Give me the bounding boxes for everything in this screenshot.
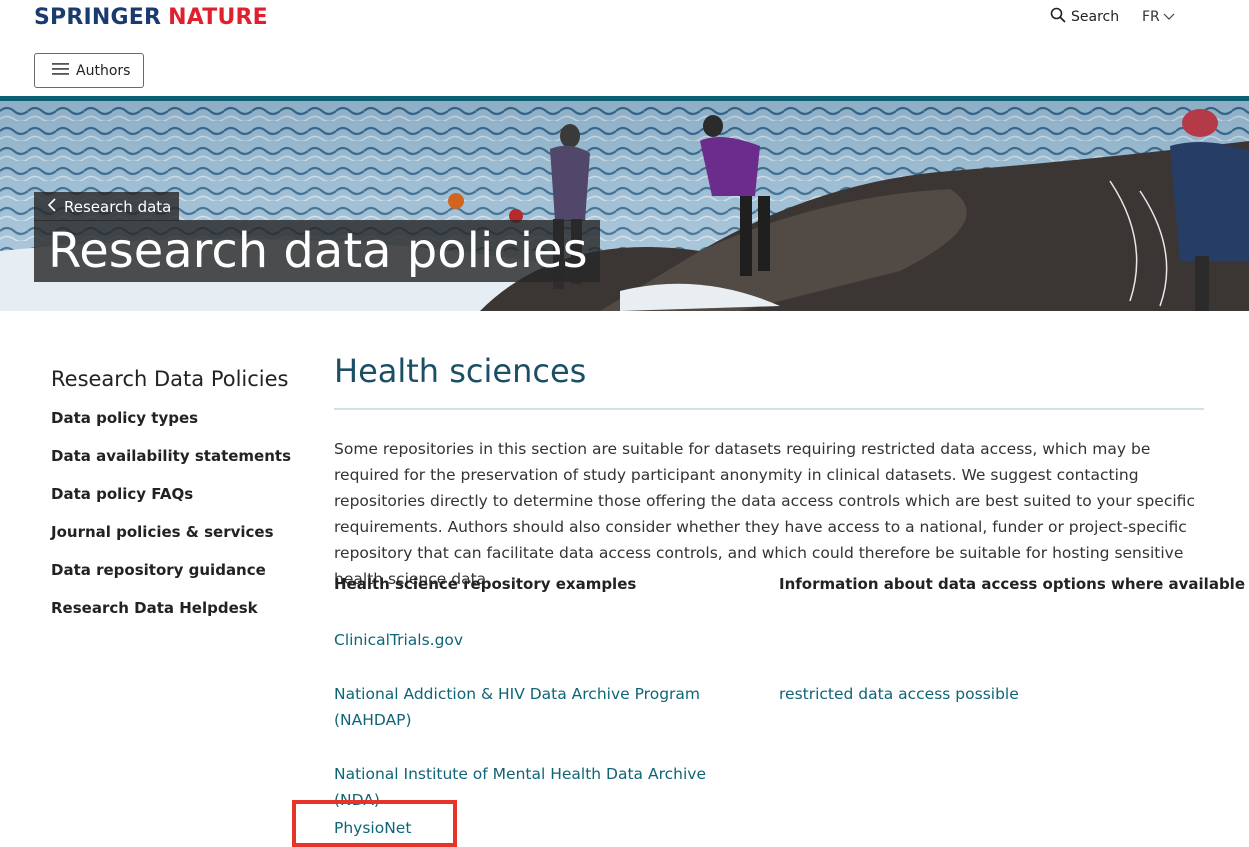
search-link[interactable]: Search (1050, 6, 1119, 28)
sidebar-item-data-policy-faqs[interactable]: Data policy FAQs (51, 485, 291, 523)
sidebar-item-data-repository-guidance[interactable]: Data repository guidance (51, 561, 291, 599)
table-header-repository: Health science repository examples (334, 575, 637, 593)
repository-link-clinicaltrials[interactable]: ClinicalTrials.gov (334, 627, 734, 653)
sidebar-heading: Research Data Policies (51, 367, 289, 391)
logo-text-nature: NATURE (168, 4, 268, 30)
authors-menu-button[interactable]: Authors (34, 53, 144, 88)
page-title: Research data policies (34, 220, 600, 282)
search-icon (1050, 7, 1071, 27)
logo-text-springer: SPRINGER (34, 4, 162, 30)
breadcrumb-back-link[interactable]: Research data (34, 192, 180, 221)
search-label: Search (1071, 9, 1120, 25)
section-description: Some repositories in this section are su… (334, 440, 1195, 588)
section-heading: Health sciences (334, 352, 587, 390)
repository-link-nda[interactable]: National Institute of Mental Health Data… (334, 761, 734, 813)
language-selector[interactable]: FR (1142, 6, 1175, 28)
sidebar-item-research-data-helpdesk[interactable]: Research Data Helpdesk (51, 599, 291, 637)
chevron-left-icon (47, 197, 64, 216)
hamburger-menu-icon (52, 62, 76, 80)
table-header-access-info: Information about data access options wh… (779, 575, 1245, 593)
section-divider (334, 408, 1204, 410)
repository-link-nahdap[interactable]: National Addiction & HIV Data Archive Pr… (334, 681, 734, 733)
sidebar-item-journal-policies-services[interactable]: Journal policies & services (51, 523, 291, 561)
chevron-down-icon (1160, 9, 1175, 25)
language-label: FR (1142, 9, 1160, 25)
sidebar-item-data-policy-types[interactable]: Data policy types (51, 409, 291, 447)
authors-button-label: Authors (76, 62, 131, 79)
sidebar-nav: Data policy types Data availability stat… (51, 409, 291, 637)
sidebar-item-data-availability-statements[interactable]: Data availability statements (51, 447, 291, 485)
access-info-link-nahdap[interactable]: restricted data access possible (779, 681, 1019, 707)
breadcrumb-label: Research data (64, 197, 172, 216)
hero-banner: Research data Research data policies (0, 96, 1249, 311)
springer-nature-logo[interactable]: SPRINGER NATURE (34, 2, 268, 32)
repository-link-physionet[interactable]: PhysioNet (334, 815, 734, 841)
